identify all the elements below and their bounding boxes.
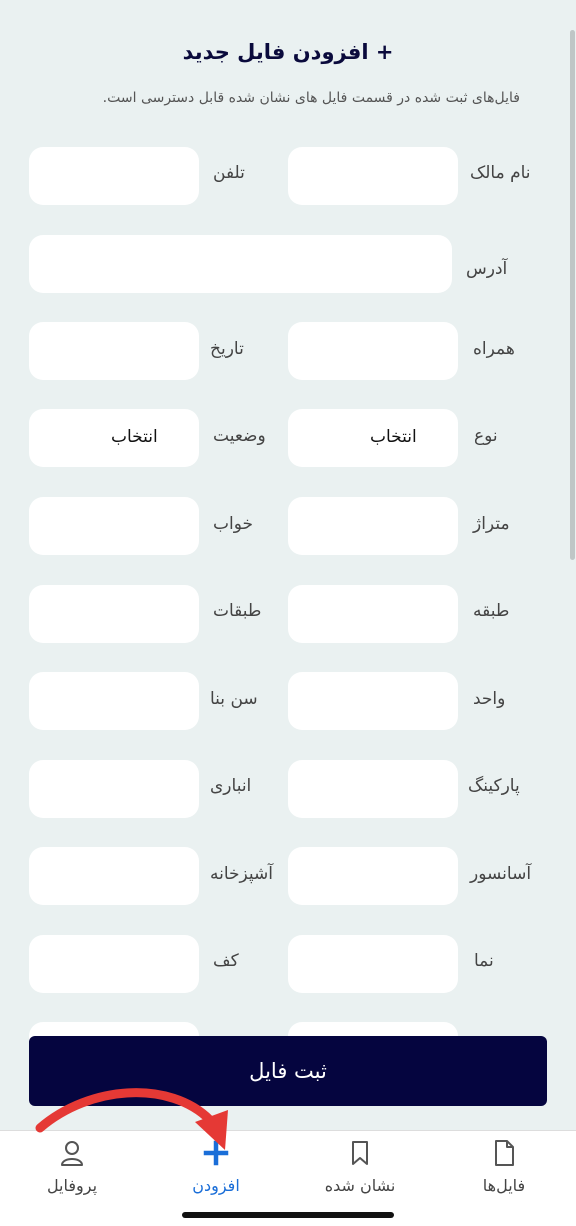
flooring-label: کف [213,951,239,971]
parking-input[interactable] [288,760,458,818]
owner-name-input[interactable] [288,147,458,205]
nav-tab-bookmarked[interactable]: نشان شده [288,1131,432,1211]
type-label: نوع [474,426,498,446]
status-label: وضعیت [213,426,266,446]
building-age-input[interactable] [29,672,199,730]
nav-tab-bookmarked-label: نشان شده [324,1176,396,1195]
mobile-label: همراه [473,339,515,359]
kitchen-input[interactable] [29,847,199,905]
unit-label: واحد [473,689,506,709]
status-select-value: انتخاب [111,427,158,447]
kitchen-label: آشپزخانه [210,864,274,884]
floor-label: طبقه [473,601,510,621]
unit-input[interactable] [288,672,458,730]
floor-input[interactable] [288,585,458,643]
elevator-input[interactable] [288,847,458,905]
bedrooms-label: خواب [213,514,254,534]
page-subtitle: فایل‌های ثبت شده در قسمت فایل های نشان ش… [102,90,520,106]
nav-tab-files[interactable]: فایل‌ها [432,1131,576,1211]
owner-name-label: نام مالک [470,163,531,183]
type-select-value: انتخاب [370,427,417,447]
date-label: تاریخ [210,339,244,359]
facade-input[interactable] [288,935,458,993]
annotation-arrow-icon [35,1088,228,1150]
floors-input[interactable] [29,585,199,643]
parking-label: پارکینگ [468,776,520,796]
date-input[interactable] [29,322,199,380]
area-input[interactable] [288,497,458,555]
nav-tab-profile-label: پروفایل [46,1176,98,1195]
nav-tab-files-label: فایل‌ها [482,1176,526,1195]
area-label: متراژ [473,514,510,534]
nav-tab-add-label: افزودن [192,1176,240,1195]
facade-label: نما [474,951,494,971]
elevator-label: آسانسور [470,864,532,884]
address-label: آدرس [466,259,508,279]
phone-input[interactable] [29,147,199,205]
page-title: + افزودن فایل جدید [182,40,394,64]
home-indicator [182,1212,394,1218]
scrollbar[interactable] [570,30,575,560]
file-icon [495,1140,514,1166]
floors-label: طبقات [213,601,262,621]
bookmark-icon [352,1141,368,1165]
bedrooms-input[interactable] [29,497,199,555]
address-input[interactable] [29,235,452,293]
flooring-input[interactable] [29,935,199,993]
storage-input[interactable] [29,760,199,818]
storage-label: انباری [210,776,252,796]
building-age-label: سن بنا [210,689,258,709]
mobile-input[interactable] [288,322,458,380]
phone-label: تلفن [213,163,245,183]
